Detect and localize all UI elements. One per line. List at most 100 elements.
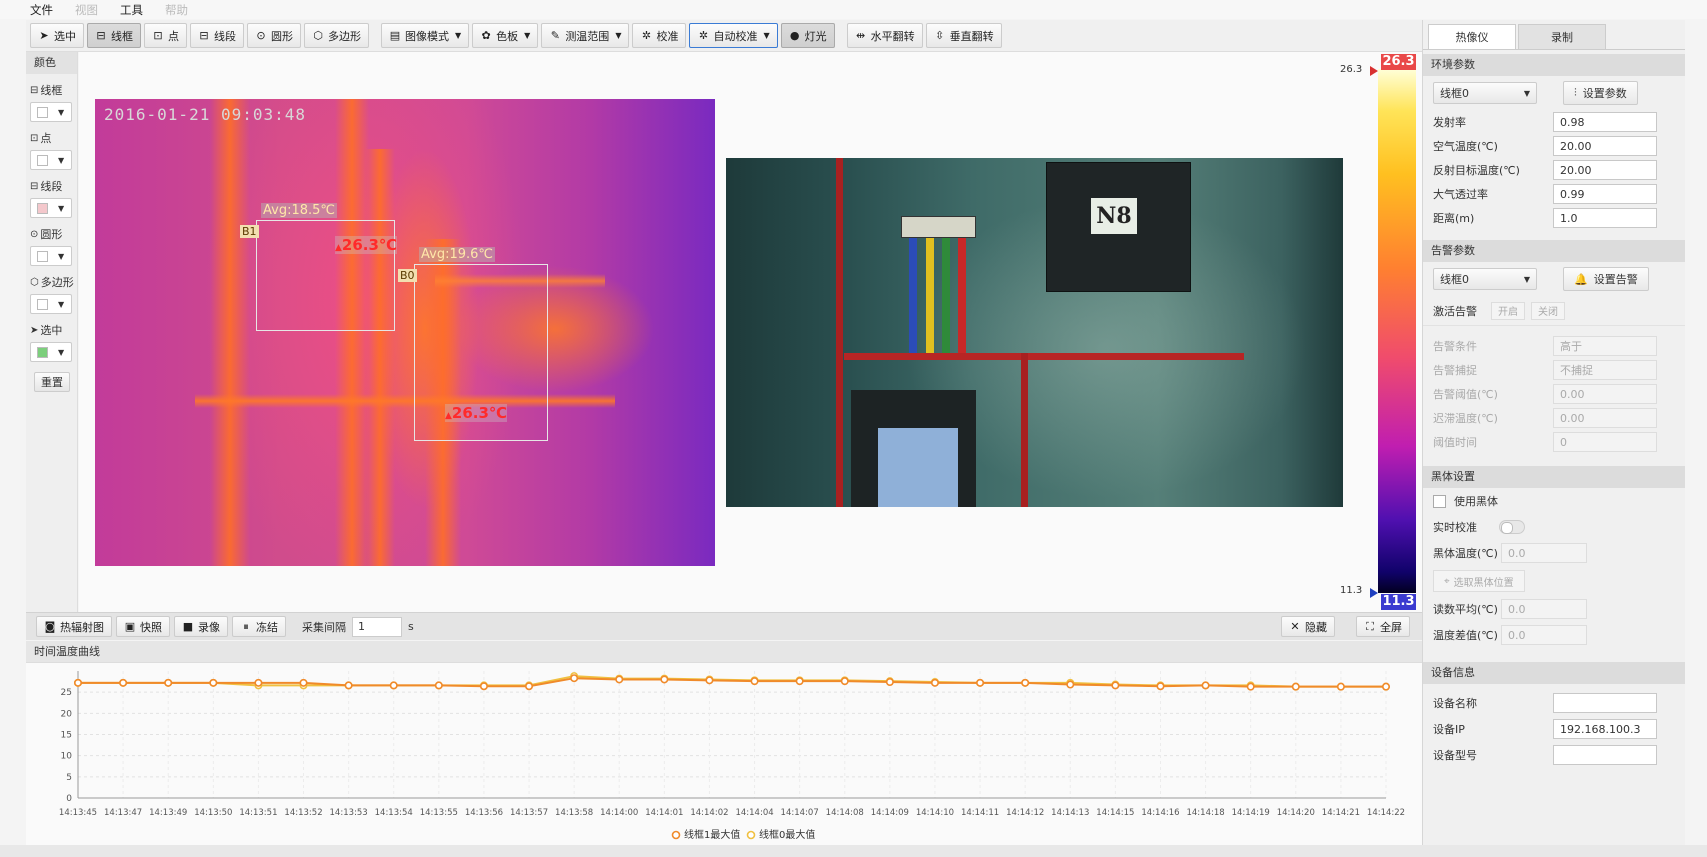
alarm-param-field[interactable]: 高于: [1553, 336, 1657, 356]
temp-range-dropdown[interactable]: ✎ 测温范围 ▼: [541, 23, 630, 48]
image-mode-icon: ▤: [389, 29, 401, 42]
color-picker[interactable]: ▼: [30, 150, 72, 170]
capture-interval: 采集间隔 1 s: [302, 616, 414, 637]
point-tool-button[interactable]: ⊡ 点: [144, 23, 187, 48]
tab-thermal-camera[interactable]: 热像仪: [1428, 24, 1516, 49]
y-tick-label: 0: [66, 794, 72, 804]
alarm-param-field[interactable]: 0.00: [1553, 408, 1657, 428]
x-tick-label: 14:13:45: [59, 808, 97, 818]
device-ip-field[interactable]: 192.168.100.3: [1553, 719, 1657, 739]
alarm-param-row: 告警捕捉 不捕捉: [1423, 358, 1685, 382]
lineframe-tool-button[interactable]: ⊟ 线框: [87, 23, 141, 48]
data-point: [1111, 681, 1120, 690]
visible-image[interactable]: N8: [726, 158, 1343, 507]
device-name-label: 设备名称: [1433, 697, 1477, 710]
segment-tool-button[interactable]: ⊟ 线段: [190, 23, 244, 48]
chart-plot: 0 5 10 15 20 25 14:13:45 14:13:47 14:13:49 14:13:…: [59, 671, 1405, 841]
reading-avg-field[interactable]: 0.0: [1501, 599, 1587, 619]
x-tick-label: 14:14:04: [735, 808, 773, 818]
light-toggle-button[interactable]: ● 灯光: [780, 23, 835, 48]
tab-recording[interactable]: 录制: [1518, 24, 1606, 49]
interval-input[interactable]: 1: [352, 616, 402, 637]
vflip-button[interactable]: ⇳ 垂直翻转: [925, 23, 1002, 48]
hflip-button[interactable]: ⇹ 水平翻转: [846, 23, 923, 48]
color-swatch: [37, 106, 48, 118]
env-param-field[interactable]: 0.99: [1553, 184, 1657, 204]
thermal-map-button[interactable]: ◙ 热辐射图: [36, 616, 112, 637]
select-tool-button[interactable]: ➤ 选中: [30, 23, 84, 48]
color-picker[interactable]: ▼: [30, 102, 72, 122]
env-param-field[interactable]: 0.98: [1553, 112, 1657, 132]
chevron-down-icon: ▼: [58, 155, 65, 165]
color-item-segment: ⊟ 线段 ▼: [26, 178, 77, 218]
x-tick-label: 14:13:47: [104, 808, 142, 818]
set-params-button[interactable]: ⫶ 设置参数: [1563, 81, 1638, 105]
palette-dropdown[interactable]: ✿ 色板 ▼: [472, 23, 539, 48]
x-tick-label: 14:14:12: [1006, 808, 1044, 818]
polygon-tool-button[interactable]: ⬡ 多边形: [304, 23, 369, 48]
x-tick-label: 14:14:16: [1141, 808, 1179, 818]
data-point: [840, 677, 849, 686]
use-blackbody-checkbox[interactable]: [1433, 494, 1446, 508]
alarm-param-field[interactable]: 0.00: [1553, 384, 1657, 404]
color-item-selected: ➤ 选中 ▼: [26, 322, 77, 362]
circle-tool-button[interactable]: ⊙ 圆形: [247, 23, 301, 48]
alarm-param-label: 迟滞温度(℃): [1433, 412, 1498, 425]
record-button[interactable]: ■ 录像: [174, 616, 228, 637]
env-param-field[interactable]: 20.00: [1553, 136, 1657, 156]
env-param-field[interactable]: 1.0: [1553, 208, 1657, 228]
color-swatch: [37, 298, 48, 310]
x-tick-label: 14:13:56: [465, 808, 503, 818]
blackbody-temp-field[interactable]: 0.0: [1501, 543, 1587, 563]
alarm-roi-selector[interactable]: 线框0 ▼: [1433, 268, 1537, 290]
set-alarm-button[interactable]: 🔔 设置告警: [1563, 267, 1649, 291]
data-point: [930, 678, 939, 687]
env-roi-selector[interactable]: 线框0 ▼: [1433, 82, 1537, 104]
picture-icon: ▣: [124, 620, 136, 633]
color-scale-min[interactable]: 11.3: [1381, 594, 1416, 610]
fullscreen-button[interactable]: ⛶ 全屏: [1356, 616, 1410, 637]
min-pointer-icon: [1370, 588, 1378, 598]
thermal-image[interactable]: 2016-01-21 09:03:48 Avg:18.5℃ B1 ▲26.3℃ …: [95, 99, 715, 566]
menu-tools[interactable]: 工具: [120, 2, 143, 18]
menu-file[interactable]: 文件: [30, 2, 53, 18]
chevron-down-icon: ▼: [524, 31, 531, 40]
blackbody-temp-label: 黑体温度(℃): [1433, 547, 1498, 560]
color-picker[interactable]: ▼: [30, 246, 72, 266]
menu-help[interactable]: 帮助: [165, 2, 188, 18]
color-picker[interactable]: ▼: [30, 342, 72, 362]
snapshot-button[interactable]: ▣ 快照: [116, 616, 170, 637]
roi-id-label: B1: [240, 225, 259, 238]
alarm-param-field[interactable]: 不捕捉: [1553, 360, 1657, 380]
color-scale-max[interactable]: 26.3: [1381, 54, 1416, 70]
color-picker[interactable]: ▼: [30, 294, 72, 314]
image-mode-dropdown[interactable]: ▤ 图像模式 ▼: [381, 23, 470, 48]
cursor-icon: ➤: [39, 29, 49, 42]
data-point: [119, 678, 128, 687]
hide-button[interactable]: ✕ 隐藏: [1281, 616, 1335, 637]
env-param-label: 空气温度(℃): [1433, 140, 1498, 153]
x-tick-label: 14:14:11: [961, 808, 999, 818]
calibrate-button[interactable]: ✲ 校准: [632, 23, 687, 48]
temp-diff-field[interactable]: 0.0: [1501, 625, 1587, 645]
alarm-off-button[interactable]: 关闭: [1531, 301, 1565, 320]
x-tick-label: 14:14:22: [1367, 808, 1405, 818]
freeze-button[interactable]: ⏸ 冻结: [232, 616, 286, 637]
device-model-field[interactable]: [1553, 745, 1657, 765]
device-name-field[interactable]: [1553, 693, 1657, 713]
auto-calibrate-dropdown[interactable]: ✲ 自动校准 ▼: [689, 23, 778, 48]
alarm-on-button[interactable]: 开启: [1491, 301, 1525, 320]
device-ip-label: 设备IP: [1433, 723, 1465, 736]
realtime-calibrate-toggle[interactable]: [1499, 520, 1525, 534]
color-picker[interactable]: ▼: [30, 198, 72, 218]
env-param-field[interactable]: 20.00: [1553, 160, 1657, 180]
reset-button[interactable]: 重置: [34, 372, 70, 392]
capture-bar: ◙ 热辐射图 ▣ 快照 ■ 录像 ⏸ 冻结 采集间隔 1 s ✕ 隐藏 ⛶ 全屏: [26, 612, 1422, 640]
polygon-icon: ⬡: [313, 29, 323, 42]
hide-icon: ✕: [1290, 620, 1300, 633]
data-point: [1156, 682, 1165, 691]
pick-blackbody-button[interactable]: ⌖ 选取黑体位置: [1433, 570, 1525, 592]
menu-view[interactable]: 视图: [75, 2, 98, 18]
alarm-param-field[interactable]: 0: [1553, 432, 1657, 452]
chevron-down-icon: ▼: [763, 31, 770, 40]
